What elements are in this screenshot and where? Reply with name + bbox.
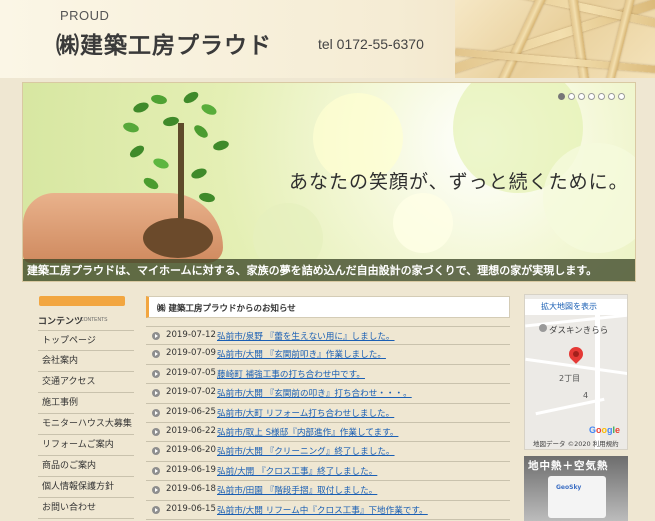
contents-label: コンテンツ — [38, 317, 84, 327]
brand-proud: PROUD — [60, 8, 110, 23]
arrow-bullet-icon — [152, 505, 160, 514]
news-link[interactable]: 弘前市/大町 リフォーム打ち合わせしました。 — [217, 407, 394, 419]
news-link[interactable]: 弘前市/泉野 『蕾を生えない用に』しました。 — [217, 330, 395, 342]
news-date: 2019-06-19 — [166, 464, 216, 475]
news-section: ㈱ 建築工房プラウドからのお知らせ 2019-07-12 弘前市/泉野 『蕾を生え… — [146, 296, 510, 521]
news-link[interactable]: 藤崎町 補強工事の打ち合わせ中です。 — [217, 368, 365, 380]
news-link[interactable]: 弘前/大開 『クロス工事』終了しました。 — [217, 465, 377, 477]
arrow-bullet-icon — [152, 389, 160, 398]
slide-dot[interactable] — [608, 93, 615, 100]
sidebar-item-works[interactable]: 施工事例 — [38, 393, 134, 414]
ad-unit-image: GeoSky — [548, 476, 606, 518]
news-date: 2019-06-15 — [166, 503, 216, 514]
sidebar-item-access[interactable]: 交通アクセス — [38, 372, 134, 393]
sidebar-item-reform[interactable]: リフォームご案内 — [38, 435, 134, 456]
phone-number: tel 0172-55-6370 — [318, 36, 424, 52]
contents-heading: コンテンツ CONTENTS — [34, 296, 134, 328]
google-map[interactable]: 拡大地図を表示 ダスキンきらら 2丁目 4 Google 地図データ ©2020… — [524, 294, 628, 450]
news-item: 2019-07-05 藤崎町 補強工事の打ち合わせ中です。 — [146, 365, 510, 385]
ad-unit-label: GeoSky — [556, 484, 582, 491]
news-item: 2019-07-12 弘前市/泉野 『蕾を生えない用に』しました。 — [146, 326, 510, 346]
news-link[interactable]: 弘前市/大開 『クリーニング』終了しました。 — [217, 445, 395, 457]
news-item: 2019-06-18 弘前市/田園 『階段手摺』取付しました。 — [146, 481, 510, 501]
news-link[interactable]: 弘前市/取上 S様邸『内部進作』作業してます。 — [217, 426, 398, 438]
arrow-bullet-icon — [152, 447, 160, 456]
map-place-label: ダスキンきらら — [549, 326, 609, 336]
sidebar-nav: トップページ 会社案内 交通アクセス 施工事例 モニターハウス大募集 リフォーム… — [38, 330, 134, 519]
sidebar-item-products[interactable]: 商品のご案内 — [38, 456, 134, 477]
geothermal-ad-banner[interactable]: 地中熱＋空気熱 GeoSky — [524, 456, 628, 521]
arrow-bullet-icon — [152, 486, 160, 495]
slide-dot[interactable] — [558, 93, 565, 100]
news-item: 2019-07-09 弘前市/大開 『玄関前叩き』作業しました。 — [146, 345, 510, 365]
news-date: 2019-06-25 — [166, 406, 216, 417]
news-list: 2019-07-12 弘前市/泉野 『蕾を生えない用に』しました。 2019-07… — [146, 326, 510, 520]
header-wood-beams-image — [455, 0, 655, 78]
google-logo: Google — [589, 425, 621, 435]
place-marker-icon — [539, 324, 547, 332]
arrow-bullet-icon — [152, 350, 160, 359]
slide-dot[interactable] — [568, 93, 575, 100]
news-item: 2019-06-22 弘前市/取上 S様邸『内部進作』作業してます。 — [146, 423, 510, 443]
arrow-bullet-icon — [152, 332, 160, 340]
news-date: 2019-07-05 — [166, 367, 216, 378]
sidebar-item-top[interactable]: トップページ — [38, 330, 134, 351]
ad-title: 地中熱＋空気熱 — [528, 460, 609, 472]
news-link[interactable]: 弘前市/大開 『玄関前の叩き』打ち合わせ・・・。 — [217, 387, 412, 399]
news-link[interactable]: 弘前市/大開 『玄関前叩き』作業しました。 — [217, 348, 386, 360]
news-item: 2019-06-19 弘前/大開 『クロス工事』終了しました。 — [146, 462, 510, 482]
news-title-bar: ㈱ 建築工房プラウドからのお知らせ — [146, 296, 510, 318]
arrow-bullet-icon — [152, 466, 160, 475]
news-title: ㈱ 建築工房プラウドからのお知らせ — [157, 304, 296, 314]
news-date: 2019-06-22 — [166, 425, 216, 436]
slide-dot[interactable] — [588, 93, 595, 100]
news-date: 2019-07-02 — [166, 387, 216, 398]
news-date: 2019-07-09 — [166, 348, 216, 359]
news-item: 2019-06-15 弘前市/大開 リフーム中『クロス工事』下地作業です。 — [146, 501, 510, 520]
hero-caption-strip: 建築工房プラウドは、マイホームに対する、家族の夢を詰め込んだ自由設計の家づくりで… — [23, 259, 635, 281]
hero-banner[interactable]: あなたの笑顔が、ずっと続くために。 建築工房プラウドは、マイホームに対する、家族… — [22, 82, 636, 282]
news-item: 2019-06-25 弘前市/大町 リフォーム打ち合わせしました。 — [146, 404, 510, 423]
sidebar: コンテンツ CONTENTS トップページ 会社案内 交通アクセス 施工事例 モ… — [34, 296, 134, 521]
sidebar-item-privacy[interactable]: 個人情報保護方針 — [38, 477, 134, 498]
map-pin-icon[interactable] — [566, 344, 586, 364]
hero-tagline: あなたの笑顔が、ずっと続くために。 — [289, 171, 629, 193]
arrow-bullet-icon — [152, 369, 160, 378]
sidebar-item-monitor-house[interactable]: モニターハウス大募集 — [38, 414, 134, 435]
news-date: 2019-07-12 — [166, 330, 216, 340]
map-number-label: 4 — [583, 391, 589, 400]
slide-indicators — [558, 93, 625, 100]
company-name[interactable]: ㈱建築工房プラウド — [56, 26, 272, 60]
tree-trunk — [178, 123, 184, 233]
map-enlarge-link[interactable]: 拡大地図を表示 — [525, 299, 627, 315]
arrow-bullet-icon — [152, 427, 160, 436]
slide-dot[interactable] — [618, 93, 625, 100]
sidebar-item-contact[interactable]: お問い合わせ — [38, 498, 134, 519]
contents-tab-accent — [39, 296, 125, 306]
slide-dot[interactable] — [578, 93, 585, 100]
map-credit[interactable]: 地図データ ©2020 利用規約 — [533, 438, 619, 448]
slide-dot[interactable] — [598, 93, 605, 100]
news-date: 2019-06-20 — [166, 445, 216, 456]
news-item: 2019-06-20 弘前市/大開 『クリーニング』終了しました。 — [146, 442, 510, 462]
news-link[interactable]: 弘前市/田園 『階段手摺』取付しました。 — [217, 484, 377, 496]
soil — [143, 218, 213, 258]
site-header: PROUD ㈱建築工房プラウド tel 0172-55-6370 — [0, 0, 655, 78]
arrow-bullet-icon — [152, 408, 160, 417]
sidebar-item-company[interactable]: 会社案内 — [38, 351, 134, 372]
news-date: 2019-06-18 — [166, 484, 216, 495]
map-block-label: 2丁目 — [559, 374, 581, 383]
news-item: 2019-07-02 弘前市/大開 『玄関前の叩き』打ち合わせ・・・。 — [146, 384, 510, 404]
hero-caption: 建築工房プラウドは、マイホームに対する、家族の夢を詰め込んだ自由設計の家づくりで… — [27, 264, 598, 277]
news-link[interactable]: 弘前市/大開 リフーム中『クロス工事』下地作業です。 — [217, 504, 428, 516]
contents-sublabel: CONTENTS — [80, 317, 108, 323]
